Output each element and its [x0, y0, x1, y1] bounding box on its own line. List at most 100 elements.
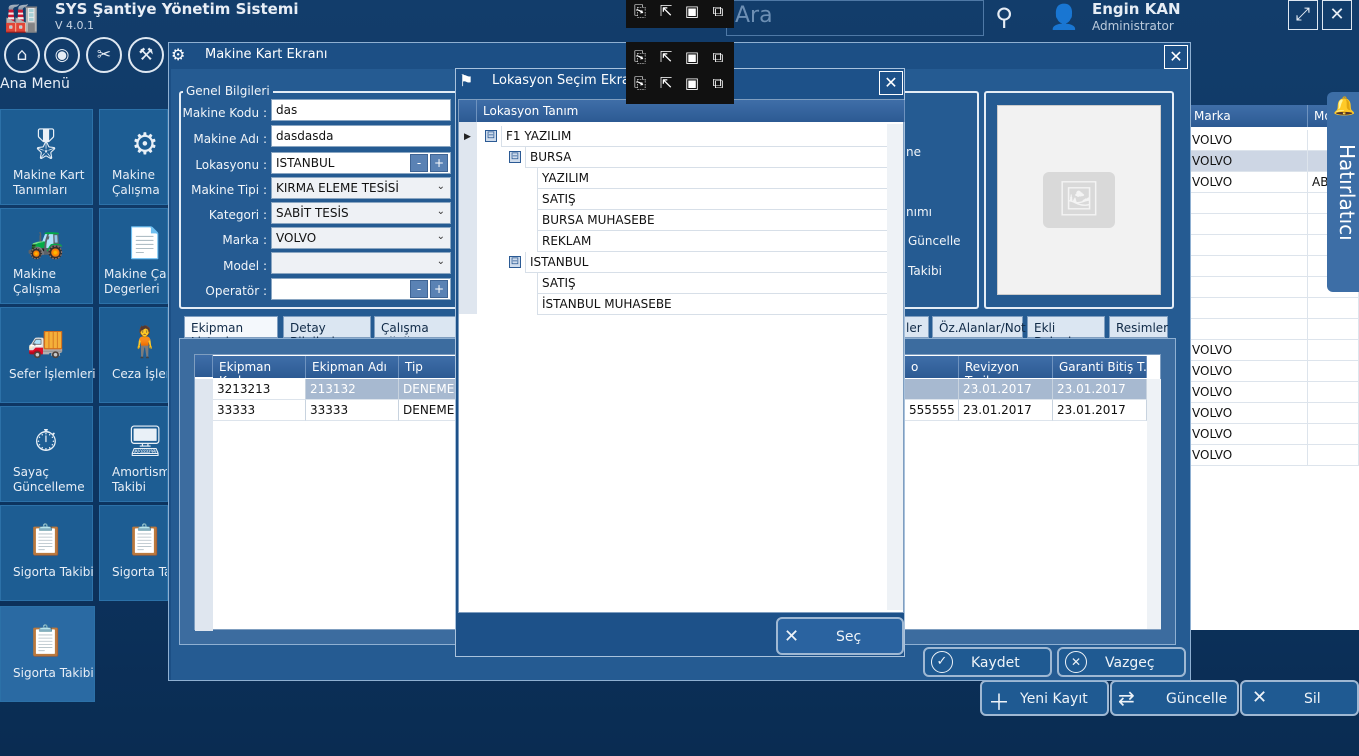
grid-cell — [1308, 340, 1359, 361]
table-row[interactable]: VOLVO — [1188, 445, 1359, 466]
select-button[interactable]: ✕ Seç — [776, 617, 904, 655]
region-capture-icon[interactable]: ▣ — [680, 74, 704, 92]
code-label: Makine Kodu : — [182, 106, 268, 120]
app-version: V 4.0.1 — [55, 19, 95, 32]
update-button[interactable]: ⇄ Güncelle — [1110, 680, 1239, 716]
table-row[interactable] — [1188, 298, 1359, 319]
tile-machine-work-2[interactable]: 🚜 Makine Çalışma — [0, 208, 93, 304]
dashboard-icon[interactable]: ◉ — [44, 37, 80, 73]
new-capture-icon[interactable]: ⎘ — [628, 2, 652, 20]
certificate-icon: 🎖 — [26, 127, 66, 162]
tree-node[interactable]: REKLAM — [477, 231, 887, 252]
tile-machine-work[interactable]: ⚙ Makine Çalışma — [99, 109, 168, 205]
category-select[interactable]: SABİT TESİS ⌄ — [271, 202, 451, 224]
tile-machine-values[interactable]: 📄Makine Çalış Degerleri — [99, 208, 168, 304]
table-row[interactable]: VOLVO — [1188, 382, 1359, 403]
close-window-icon[interactable]: ✕ — [1164, 45, 1188, 69]
tab-equipment-list[interactable]: Ekipman Listesi — [184, 316, 278, 349]
search-icon[interactable]: ⚲ — [984, 0, 1024, 36]
grid-scrollbar[interactable] — [1147, 379, 1161, 629]
reminder-panel[interactable]: 🔔 Hatırlatıcı — [1327, 92, 1359, 292]
cancel-button[interactable]: ✕ Vazgeç — [1057, 647, 1186, 677]
window-capture-icon[interactable]: ⧉ — [706, 48, 730, 66]
collapse-icon[interactable]: ⊟ — [509, 151, 521, 163]
location-window-title: Lokasyon Seçim Ekranı — [492, 73, 642, 88]
close-window-icon[interactable]: ✕ — [879, 71, 903, 95]
tree-node-label: REKLAM — [537, 231, 887, 252]
machine-name-field[interactable]: dasdasda — [271, 125, 451, 147]
region-capture-icon[interactable]: ▣ — [680, 48, 704, 66]
col-warranty-end[interactable]: Garanti Bitiş T... — [1053, 356, 1147, 378]
tile-trips[interactable]: 🚚 Sefer İşlemleri — [0, 307, 96, 403]
model-select[interactable]: ⌄ — [271, 252, 451, 274]
tree-node[interactable]: SATIŞ — [477, 273, 887, 294]
search-input[interactable]: Ara — [726, 0, 984, 36]
window-capture-icon[interactable]: ⧉ — [706, 74, 730, 92]
new-record-button[interactable]: ＋ Yeni Kayıt — [980, 680, 1109, 716]
new-capture-icon[interactable]: ⎘ — [628, 74, 652, 92]
location-minus-button[interactable]: - — [410, 154, 428, 172]
close-app-icon[interactable]: ✕ — [1322, 0, 1352, 30]
tab-attachments[interactable]: Ekli Belgeler — [1027, 316, 1105, 349]
machine-type-select[interactable]: KIRMA ELEME TESİSİ ⌄ — [271, 177, 451, 199]
collapse-icon[interactable]: ⊟ — [485, 130, 497, 142]
factory-logo-icon: 🏭 — [4, 1, 39, 34]
col-equipment-name[interactable]: Ekipman Adı — [306, 356, 399, 378]
brand-select[interactable]: VOLVO ⌄ — [271, 227, 451, 249]
col-equipment-code[interactable]: Ekipman Kodu — [213, 356, 306, 388]
grid-header-brand[interactable]: Marka — [1188, 105, 1308, 127]
tab-custom-fields[interactable]: Öz.Alanlar/Not — [932, 316, 1026, 338]
tab-pictures[interactable]: Resimler — [1109, 316, 1168, 338]
pointer-capture-icon[interactable]: ⇱ — [654, 2, 678, 20]
operator-plus-button[interactable]: + — [430, 280, 448, 298]
tile-machine-card[interactable]: 🎖 Makine Kart Tanımları — [0, 109, 93, 205]
table-row[interactable]: VOLVO — [1188, 424, 1359, 445]
tree-node[interactable]: ⊟ F1 YAZILIM — [477, 126, 887, 147]
col-revision-date[interactable]: Revizyon Tarih — [959, 356, 1053, 388]
machine-icon: 🖥 — [125, 424, 165, 459]
tree-node[interactable]: BURSA MUHASEBE — [477, 210, 887, 231]
table-row[interactable]: VOLVO — [1188, 361, 1359, 382]
table-row[interactable] — [1188, 319, 1359, 340]
tools-icon[interactable]: ✂ — [86, 37, 122, 73]
grid-cell: VOLVO — [1188, 130, 1308, 151]
table-row[interactable]: VOLVO — [1188, 340, 1359, 361]
table-row[interactable]: VOLVO — [1188, 403, 1359, 424]
hammer-icon[interactable]: ⚒ — [128, 37, 164, 73]
pointer-capture-icon[interactable]: ⇱ — [654, 48, 678, 66]
tile-insurance-3[interactable]: 📋 Sigorta Takibi — [0, 606, 95, 702]
tab-work-info[interactable]: Çalışma Bilgile — [374, 316, 459, 338]
tile-penalties[interactable]: 🧍Ceza İşlemleri — [99, 307, 168, 403]
tree-node[interactable]: İSTANBUL MUHASEBE — [477, 294, 887, 315]
region-capture-icon[interactable]: ▣ — [680, 2, 704, 20]
location-plus-button[interactable]: + — [430, 154, 448, 172]
tile-counter-update[interactable]: ⏱ Sayaç Güncelleme — [0, 406, 93, 502]
grid-cell — [1188, 193, 1308, 214]
tile-insurance-2[interactable]: 📋Sigorta Takibi — [99, 505, 168, 601]
delete-button[interactable]: ✕ Sil — [1240, 680, 1359, 716]
window-capture-icon[interactable]: ⧉ — [706, 2, 730, 20]
col-type[interactable]: Tip — [399, 356, 459, 378]
photo-placeholder[interactable]: 🖼 — [997, 105, 1161, 295]
machine-code-field[interactable]: das — [271, 99, 451, 121]
tab-detail-info[interactable]: Detay Bilgileri — [283, 316, 371, 349]
col-other[interactable]: o — [905, 356, 959, 378]
home-icon[interactable]: ⌂ — [4, 37, 40, 73]
machine-window-title: Makine Kart Ekranı — [205, 47, 328, 62]
grid-cell — [1188, 319, 1308, 340]
tree-node[interactable]: YAZILIM — [477, 168, 887, 189]
restore-window-icon[interactable]: ⤢ — [1288, 0, 1318, 30]
tree-node[interactable]: SATIŞ — [477, 189, 887, 210]
save-button[interactable]: ✓ Kaydet — [923, 647, 1052, 677]
tile-insurance[interactable]: 📋 Sigorta Takibi — [0, 505, 94, 601]
tile-amortization[interactable]: 🖥Amortisman Takibi — [99, 406, 168, 502]
tree-node[interactable]: ⊟ ISTANBUL — [477, 252, 887, 273]
new-capture-icon[interactable]: ⎘ — [628, 48, 652, 66]
tree-scrollbar[interactable] — [887, 124, 903, 610]
pointer-capture-icon[interactable]: ⇱ — [654, 74, 678, 92]
operator-minus-button[interactable]: - — [410, 280, 428, 298]
bell-icon: 🔔 — [1333, 96, 1356, 117]
collapse-icon[interactable]: ⊟ — [509, 256, 521, 268]
tree-node[interactable]: ⊟ BURSA — [477, 147, 887, 168]
capture-toolbar-2: ⎘ ⇱ ▣ ⧉ ⎘ ⇱ ▣ ⧉ — [626, 42, 734, 104]
